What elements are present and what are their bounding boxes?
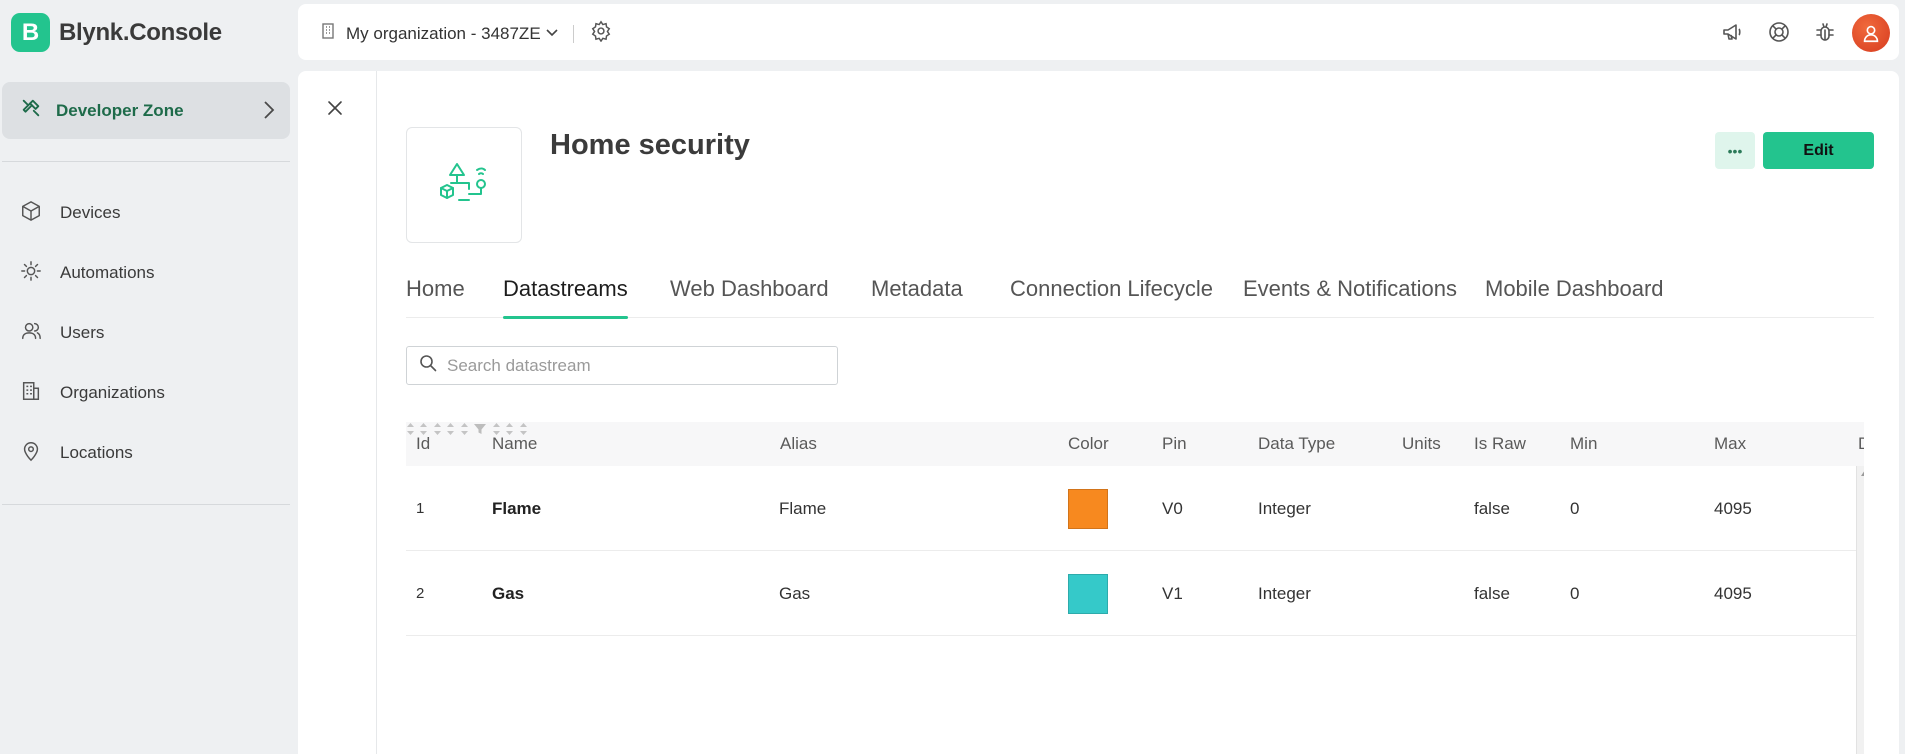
template-tabs: Home Datastreams Web Dashboard Metadata … — [406, 276, 1874, 319]
sidebar-item-label: Automations — [60, 263, 155, 282]
cell-pin: V0 — [1162, 498, 1183, 518]
tab-home[interactable]: Home — [406, 276, 465, 318]
sidebar-divider — [2, 504, 290, 505]
column-header-id[interactable]: Id — [416, 422, 430, 466]
tab-metadata[interactable]: Metadata — [871, 276, 963, 318]
cell-alias: Flame — [779, 498, 827, 518]
sidebar-divider — [2, 161, 290, 162]
table-scrollbar[interactable] — [1856, 466, 1864, 754]
brand[interactable]: B Blynk.Console — [11, 13, 222, 52]
column-header-default[interactable]: De — [1858, 422, 1864, 466]
sort-icon[interactable] — [460, 423, 469, 440]
cell-data-type: Integer — [1258, 583, 1311, 603]
sort-icon[interactable] — [446, 423, 455, 440]
sun-icon — [20, 260, 42, 287]
top-icons — [1721, 20, 1837, 49]
blynk-logo-icon: B — [11, 13, 50, 52]
cell-color — [1068, 551, 1108, 636]
cell-is-raw: false — [1474, 498, 1510, 518]
cell-min: 0 — [1570, 583, 1580, 603]
developer-zone-label: Developer Zone — [56, 100, 184, 120]
cell-min: 0 — [1570, 498, 1580, 518]
location-pin-icon — [20, 440, 42, 467]
search-icon — [419, 354, 437, 377]
table-row[interactable]: 2 Gas Gas V1 Integer false 0 4095 — [406, 551, 1856, 636]
sidebar-item-devices[interactable]: Devices — [20, 200, 121, 227]
column-header-is-raw[interactable]: Is Raw — [1474, 422, 1526, 466]
gear-icon[interactable] — [590, 20, 612, 47]
sidebar-item-label: Devices — [60, 203, 121, 222]
sidebar-item-users[interactable]: Users — [20, 321, 104, 345]
organization-selector[interactable]: My organization - 3487ZE — [320, 20, 612, 47]
sidebar-item-label: Locations — [60, 443, 133, 462]
users-icon — [20, 320, 42, 347]
more-options-button[interactable]: ••• — [1715, 132, 1755, 169]
column-header-alias[interactable]: Alias — [780, 422, 817, 466]
cell-name[interactable]: Gas — [492, 551, 524, 636]
template-image[interactable] — [406, 127, 522, 243]
cell-alias: Gas — [779, 583, 811, 603]
tab-datastreams[interactable]: Datastreams — [503, 276, 628, 319]
edit-button[interactable]: Edit — [1763, 132, 1874, 169]
cell-name[interactable]: Flame — [492, 466, 541, 551]
sidebar: B Blynk.Console Developer Zone Devices A… — [0, 0, 298, 754]
template-title: Home security — [550, 129, 750, 161]
cell-max: 4095 — [1714, 498, 1752, 518]
color-swatch — [1068, 573, 1108, 614]
sidebar-item-automations[interactable]: Automations — [20, 260, 155, 287]
sidebar-item-label: Users — [60, 323, 105, 342]
search-box[interactable] — [406, 346, 838, 385]
sort-icon[interactable] — [406, 423, 415, 440]
help-lifebuoy-icon[interactable] — [1767, 20, 1791, 49]
cell-is-raw: false — [1474, 583, 1510, 603]
filter-icon[interactable] — [473, 423, 487, 440]
chevron-right-icon — [262, 99, 276, 126]
panel-divider — [376, 71, 377, 754]
bug-icon[interactable] — [1813, 20, 1837, 49]
cube-icon — [20, 200, 42, 227]
tab-events-notifications[interactable]: Events & Notifications — [1243, 276, 1457, 318]
megaphone-icon[interactable] — [1721, 20, 1745, 49]
column-header-data-type[interactable]: Data Type — [1258, 422, 1335, 466]
cell-data-type: Integer — [1258, 498, 1311, 518]
color-swatch — [1068, 488, 1108, 529]
search-input[interactable] — [447, 355, 827, 376]
template-panel: Home security ••• Edit Home Datastreams … — [298, 71, 1899, 754]
scroll-up-arrow-icon[interactable] — [1861, 470, 1864, 476]
cell-color — [1068, 466, 1108, 551]
top-bar: My organization - 3487ZE — [298, 4, 1899, 60]
separator — [572, 24, 574, 43]
table-row[interactable]: 1 Flame Flame V0 Integer false 0 4095 — [406, 466, 1856, 551]
sidebar-item-organizations[interactable]: Organizations — [20, 381, 165, 405]
tab-mobile-dashboard[interactable]: Mobile Dashboard — [1485, 276, 1664, 318]
brand-name: Blynk.Console — [59, 18, 222, 46]
close-icon[interactable] — [326, 99, 344, 122]
column-header-units: Units — [1402, 434, 1441, 453]
organization-name: My organization - 3487ZE — [346, 23, 541, 43]
cell-id: 2 — [416, 585, 425, 602]
chevron-down-icon — [545, 25, 559, 43]
tab-web-dashboard[interactable]: Web Dashboard — [670, 276, 829, 318]
column-header-color: Color — [1068, 434, 1109, 453]
cell-max: 4095 — [1714, 583, 1752, 603]
column-header-name[interactable]: Name — [492, 422, 537, 466]
sidebar-item-label: Organizations — [60, 383, 165, 402]
cell-pin: V1 — [1162, 583, 1183, 603]
column-header-max[interactable]: Max — [1714, 422, 1746, 466]
column-header-min[interactable]: Min — [1570, 422, 1597, 466]
sidebar-item-locations[interactable]: Locations — [20, 441, 133, 465]
avatar[interactable] — [1852, 14, 1890, 52]
cell-id: 1 — [416, 500, 425, 517]
developer-zone-button[interactable]: Developer Zone — [2, 82, 290, 139]
tools-icon — [20, 97, 42, 124]
building-icon — [20, 380, 42, 407]
column-header-pin[interactable]: Pin — [1162, 422, 1187, 466]
tab-connection-lifecycle[interactable]: Connection Lifecycle — [1010, 276, 1213, 318]
building-icon — [320, 22, 336, 45]
datastreams-table: Id Name Alias Color Pin Data Type Units … — [406, 422, 1864, 754]
sort-icon[interactable] — [433, 423, 442, 440]
table-header: Id Name Alias Color Pin Data Type Units … — [406, 422, 1864, 466]
